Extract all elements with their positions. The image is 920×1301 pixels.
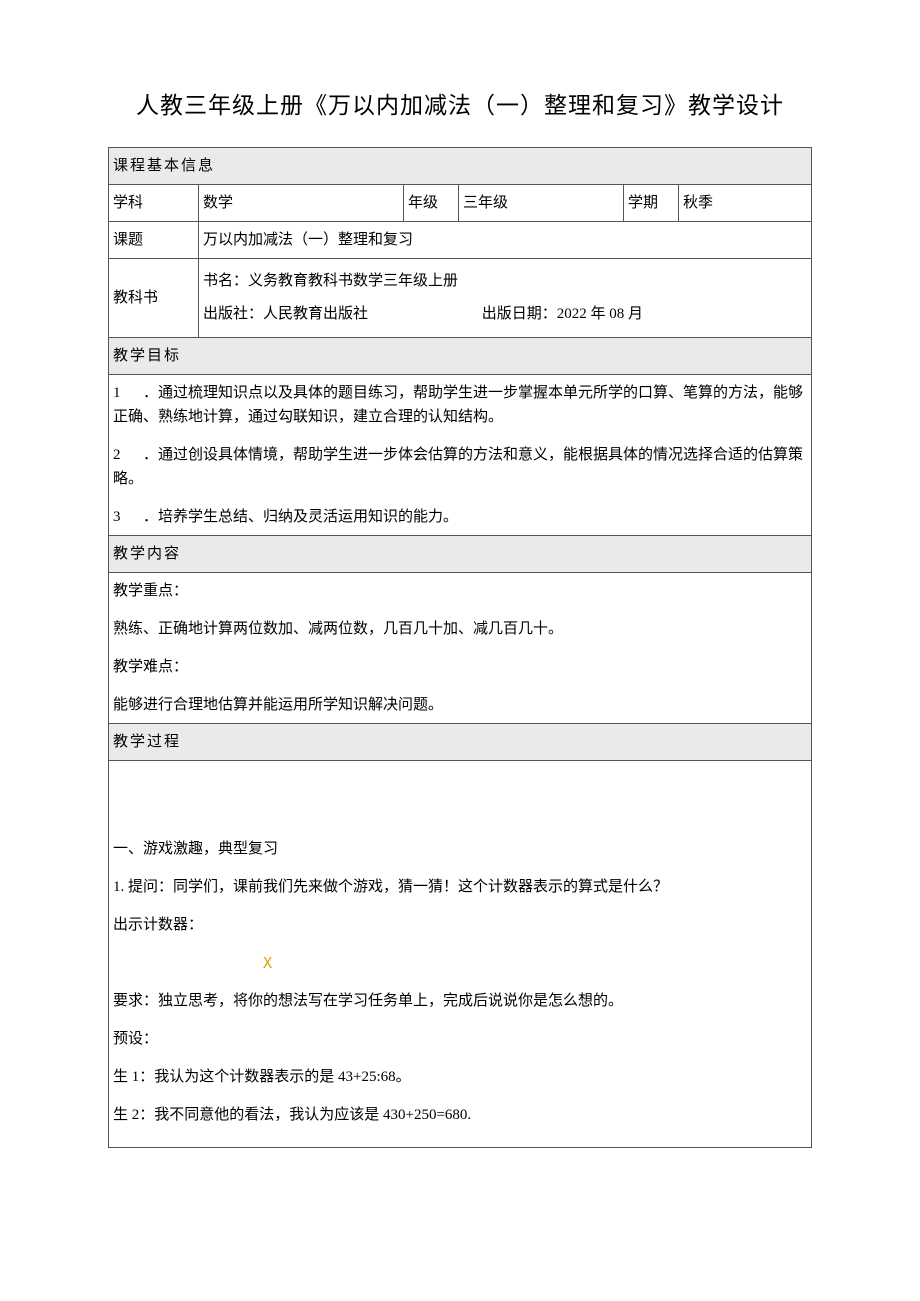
book-name: 书名：义务教育教科书数学三年级上册 xyxy=(203,265,807,298)
label-grade: 年级 xyxy=(404,184,459,221)
row-process: 一、游戏激趣，典型复习 1. 提问：同学们，课前我们先来做个游戏，猜一猜！这个计… xyxy=(109,760,812,1147)
goal-3-num: 3 xyxy=(113,509,121,525)
section-content: 教学内容 xyxy=(109,535,812,572)
goal-1: 1 ．通过梳理知识点以及具体的题目练习，帮助学生进一步掌握本单元所学的口算、笔算… xyxy=(113,381,807,429)
goal-1-num: 1 xyxy=(113,385,121,401)
counter-placeholder-icon: X xyxy=(263,951,807,975)
process-line-6: 生 1：我认为这个计数器表示的是 43+25:68。 xyxy=(113,1065,807,1089)
goal-2: 2 ．通过创设具体情境，帮助学生进一步体会估算的方法和意义，能根据具体的情况选择… xyxy=(113,443,807,491)
process-line-7: 生 2：我不同意他的看法，我认为应该是 430+250=680. xyxy=(113,1103,807,1127)
focus-text: 熟练、正确地计算两位数加、减两位数，几百几十加、减几百几十。 xyxy=(113,617,807,641)
publisher-row: 出版社：人民教育出版社 出版日期：2022 年 08 月 xyxy=(203,298,807,331)
row-goals: 1 ．通过梳理知识点以及具体的题目练习，帮助学生进一步掌握本单元所学的口算、笔算… xyxy=(109,374,812,535)
goal-3-text: ．培养学生总结、归纳及灵活运用知识的能力。 xyxy=(143,509,458,525)
process-line-4: 要求：独立思考，将你的想法写在学习任务单上，完成后说说你是怎么想的。 xyxy=(113,989,807,1013)
section-header-label: 教学内容 xyxy=(109,535,812,572)
publish-date: 出版日期：2022 年 08 月 xyxy=(482,298,643,331)
section-header-label: 教学目标 xyxy=(109,337,812,374)
process-line-2: 1. 提问：同学们，课前我们先来做个游戏，猜一猜！这个计数器表示的算式是什么？ xyxy=(113,875,807,899)
goal-2-num: 2 xyxy=(113,447,121,463)
label-subject: 学科 xyxy=(109,184,199,221)
value-term: 秋季 xyxy=(679,184,812,221)
focus-label: 教学重点： xyxy=(113,579,807,603)
section-header-label: 课程基本信息 xyxy=(109,147,812,184)
goals-cell: 1 ．通过梳理知识点以及具体的题目练习，帮助学生进一步掌握本单元所学的口算、笔算… xyxy=(109,374,812,535)
row-topic: 课题 万以内加减法（一）整理和复习 xyxy=(109,221,812,258)
spacer xyxy=(113,767,807,837)
process-cell: 一、游戏激趣，典型复习 1. 提问：同学们，课前我们先来做个游戏，猜一猜！这个计… xyxy=(109,760,812,1147)
content-cell: 教学重点： 熟练、正确地计算两位数加、减两位数，几百几十加、减几百几十。 教学难… xyxy=(109,572,812,723)
label-term: 学期 xyxy=(624,184,679,221)
row-content: 教学重点： 熟练、正确地计算两位数加、减两位数，几百几十加、减几百几十。 教学难… xyxy=(109,572,812,723)
value-grade: 三年级 xyxy=(459,184,624,221)
row-subject: 学科 数学 年级 三年级 学期 秋季 xyxy=(109,184,812,221)
goal-3: 3 ．培养学生总结、归纳及灵活运用知识的能力。 xyxy=(113,505,807,529)
info-table: 课程基本信息 学科 数学 年级 三年级 学期 秋季 课题 万以内加减法（一）整理… xyxy=(108,147,812,1148)
publisher: 出版社：人民教育出版社 xyxy=(203,306,368,322)
document-title: 人教三年级上册《万以内加减法（一）整理和复习》教学设计 xyxy=(108,88,812,125)
label-textbook: 教科书 xyxy=(109,258,199,337)
goal-2-text: ．通过创设具体情境，帮助学生进一步体会估算的方法和意义，能根据具体的情况选择合适… xyxy=(113,447,803,487)
process-line-5: 预设： xyxy=(113,1027,807,1051)
page: 人教三年级上册《万以内加减法（一）整理和复习》教学设计 课程基本信息 学科 数学… xyxy=(0,0,920,1301)
difficulty-label: 教学难点： xyxy=(113,655,807,679)
row-textbook: 教科书 书名：义务教育教科书数学三年级上册 出版社：人民教育出版社 出版日期：2… xyxy=(109,258,812,337)
value-subject: 数学 xyxy=(199,184,404,221)
label-topic: 课题 xyxy=(109,221,199,258)
goal-1-text: ．通过梳理知识点以及具体的题目练习，帮助学生进一步掌握本单元所学的口算、笔算的方… xyxy=(113,385,803,425)
process-line-3: 出示计数器： xyxy=(113,913,807,937)
section-header-label: 教学过程 xyxy=(109,723,812,760)
section-process: 教学过程 xyxy=(109,723,812,760)
section-basic-info: 课程基本信息 xyxy=(109,147,812,184)
section-goals: 教学目标 xyxy=(109,337,812,374)
difficulty-text: 能够进行合理地估算并能运用所学知识解决问题。 xyxy=(113,693,807,717)
process-line-1: 一、游戏激趣，典型复习 xyxy=(113,837,807,861)
value-topic: 万以内加减法（一）整理和复习 xyxy=(199,221,812,258)
value-textbook: 书名：义务教育教科书数学三年级上册 出版社：人民教育出版社 出版日期：2022 … xyxy=(199,258,812,337)
